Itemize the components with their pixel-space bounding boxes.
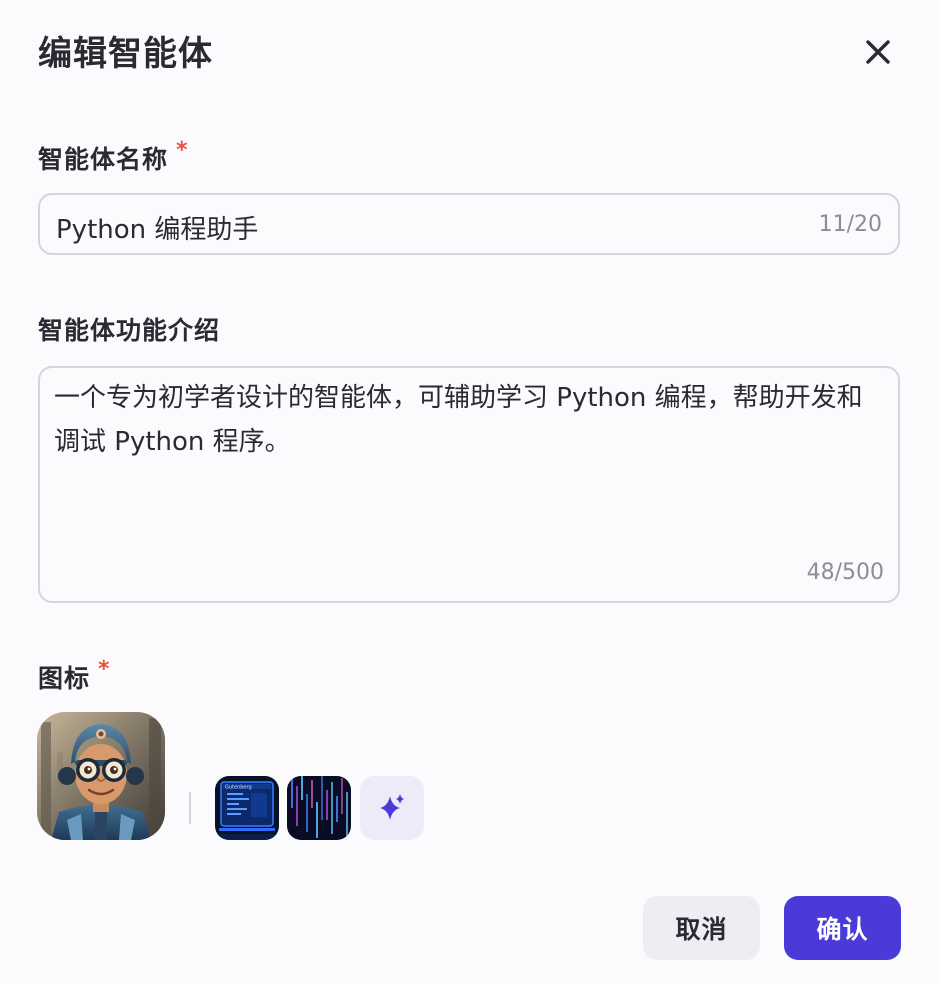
description-char-counter: 48/500: [806, 560, 884, 585]
icon-label-text: 图标: [38, 664, 91, 693]
dialog-title: 编辑智能体: [38, 34, 213, 74]
close-icon: [866, 40, 890, 64]
sparkle-icon: [380, 794, 404, 820]
agent-name-input[interactable]: Python 编程助手 11/20: [38, 193, 900, 255]
icon-option-computer[interactable]: Gutenberg: [215, 776, 279, 840]
generate-icon-button[interactable]: [360, 776, 424, 840]
agent-name-value: Python 编程助手: [56, 215, 259, 245]
cancel-button[interactable]: 取消: [643, 896, 760, 960]
close-button[interactable]: [858, 32, 898, 72]
icon-divider: [189, 792, 191, 824]
icon-option-matrix[interactable]: [287, 776, 351, 840]
required-mark: *: [98, 657, 111, 682]
edit-agent-dialog: 编辑智能体 智能体名称 * Python 编程助手 11/20 智能体功能介绍 一…: [0, 0, 940, 984]
confirm-button[interactable]: 确认: [784, 896, 901, 960]
name-field-label: 智能体名称 *: [38, 138, 189, 176]
name-char-counter: 11/20: [818, 212, 882, 237]
icon-field-label: 图标 *: [38, 657, 111, 695]
description-field-label: 智能体功能介绍: [38, 316, 221, 345]
computer-screen-thumbnail-icon: Gutenberg: [215, 776, 279, 840]
selected-avatar[interactable]: [37, 712, 165, 840]
thumbnail-label: Gutenberg: [225, 785, 252, 791]
required-mark: *: [176, 138, 189, 163]
matrix-code-thumbnail-icon: [287, 776, 351, 840]
name-label-text: 智能体名称: [38, 145, 169, 174]
agent-description-value: 一个专为初学者设计的智能体，可辅助学习 Python 编程，帮助开发和调试 Py…: [54, 383, 863, 457]
robot-avatar-icon: [37, 712, 165, 840]
agent-description-textarea[interactable]: 一个专为初学者设计的智能体，可辅助学习 Python 编程，帮助开发和调试 Py…: [38, 366, 900, 603]
